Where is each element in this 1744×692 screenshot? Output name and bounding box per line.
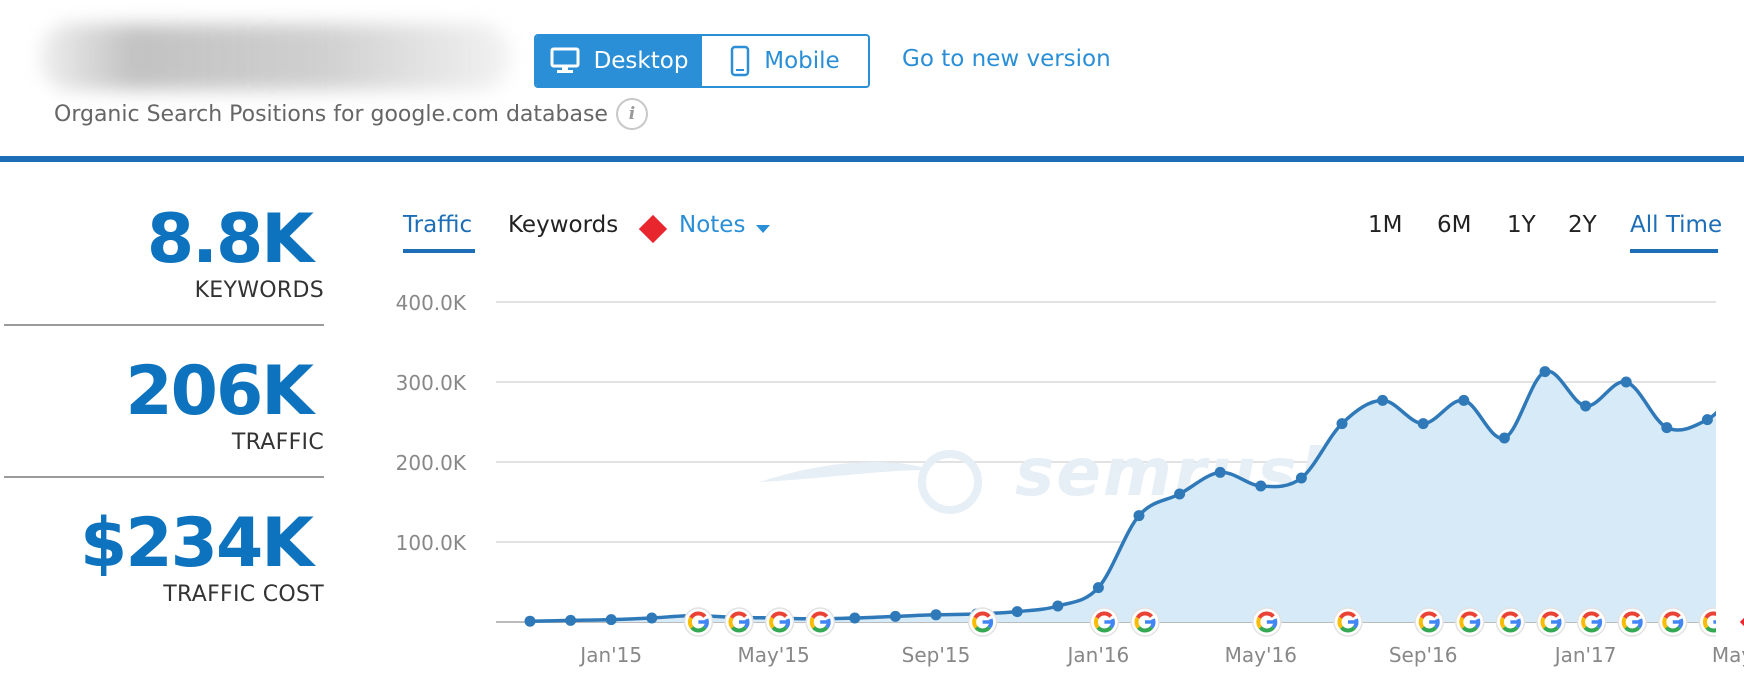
data-point (605, 614, 617, 626)
y-tick-label: 400.0K (396, 291, 467, 315)
google-update-icon[interactable] (805, 607, 835, 637)
data-point (1417, 418, 1429, 430)
google-update-icon[interactable] (1698, 607, 1727, 637)
data-point (1011, 606, 1023, 618)
data-point (1701, 414, 1713, 426)
data-point (930, 609, 942, 621)
x-tick-label: May'16 (1225, 643, 1297, 667)
google-update-icon[interactable] (1252, 607, 1282, 637)
data-point (1214, 466, 1226, 478)
google-update-icon[interactable] (1536, 607, 1566, 637)
x-tick-label: Sep'15 (902, 643, 971, 667)
google-update-icon[interactable] (1658, 607, 1688, 637)
google-update-icon[interactable] (1333, 607, 1363, 637)
y-tick-label: 200.0K (396, 451, 467, 475)
x-tick-label: May'15 (737, 643, 809, 667)
x-tick-label: Jan'16 (1066, 643, 1130, 667)
data-point (1580, 400, 1592, 412)
x-tick-label: Sep'16 (1389, 643, 1458, 667)
y-tick-label: 300.0K (396, 371, 467, 395)
google-update-icon[interactable] (764, 607, 795, 637)
data-point (1255, 480, 1267, 492)
data-point (1295, 472, 1307, 484)
data-point (1539, 366, 1551, 378)
data-point (1377, 394, 1389, 406)
data-point (1336, 418, 1348, 430)
google-update-icon[interactable] (1455, 607, 1485, 637)
y-tick-label: 100.0K (396, 531, 467, 555)
traffic-chart: 100.0K200.0K300.0K400.0KsemrushJan'15 May… (396, 291, 1744, 667)
x-tick-label: Jan'15 (578, 643, 642, 667)
data-point (1661, 422, 1673, 434)
google-update-icon[interactable] (1414, 607, 1444, 637)
google-update-icon[interactable] (1576, 607, 1607, 637)
google-update-icon[interactable] (1089, 607, 1120, 637)
data-point (1498, 432, 1510, 444)
google-update-icon[interactable] (1495, 607, 1526, 637)
google-update-icon[interactable] (683, 607, 714, 637)
data-point (1620, 376, 1632, 388)
data-point (849, 612, 861, 624)
note-marker-icon (1739, 607, 1744, 637)
google-update-icon[interactable] (1130, 607, 1160, 637)
data-point (565, 614, 577, 626)
google-update-icon[interactable] (967, 607, 998, 637)
data-point (1092, 582, 1104, 594)
data-point (1133, 510, 1145, 522)
data-point (1458, 394, 1470, 406)
data-point (1174, 488, 1186, 500)
data-point (646, 612, 658, 624)
x-tick-label: Jan'17 (1553, 643, 1617, 667)
data-point (889, 610, 901, 622)
data-point (524, 615, 536, 627)
google-update-icon[interactable] (1617, 607, 1647, 637)
semrush-watermark-flame (760, 461, 930, 482)
data-point (1052, 600, 1064, 612)
x-tick-label: May'17 (1712, 643, 1744, 667)
google-update-icon[interactable] (724, 607, 754, 637)
